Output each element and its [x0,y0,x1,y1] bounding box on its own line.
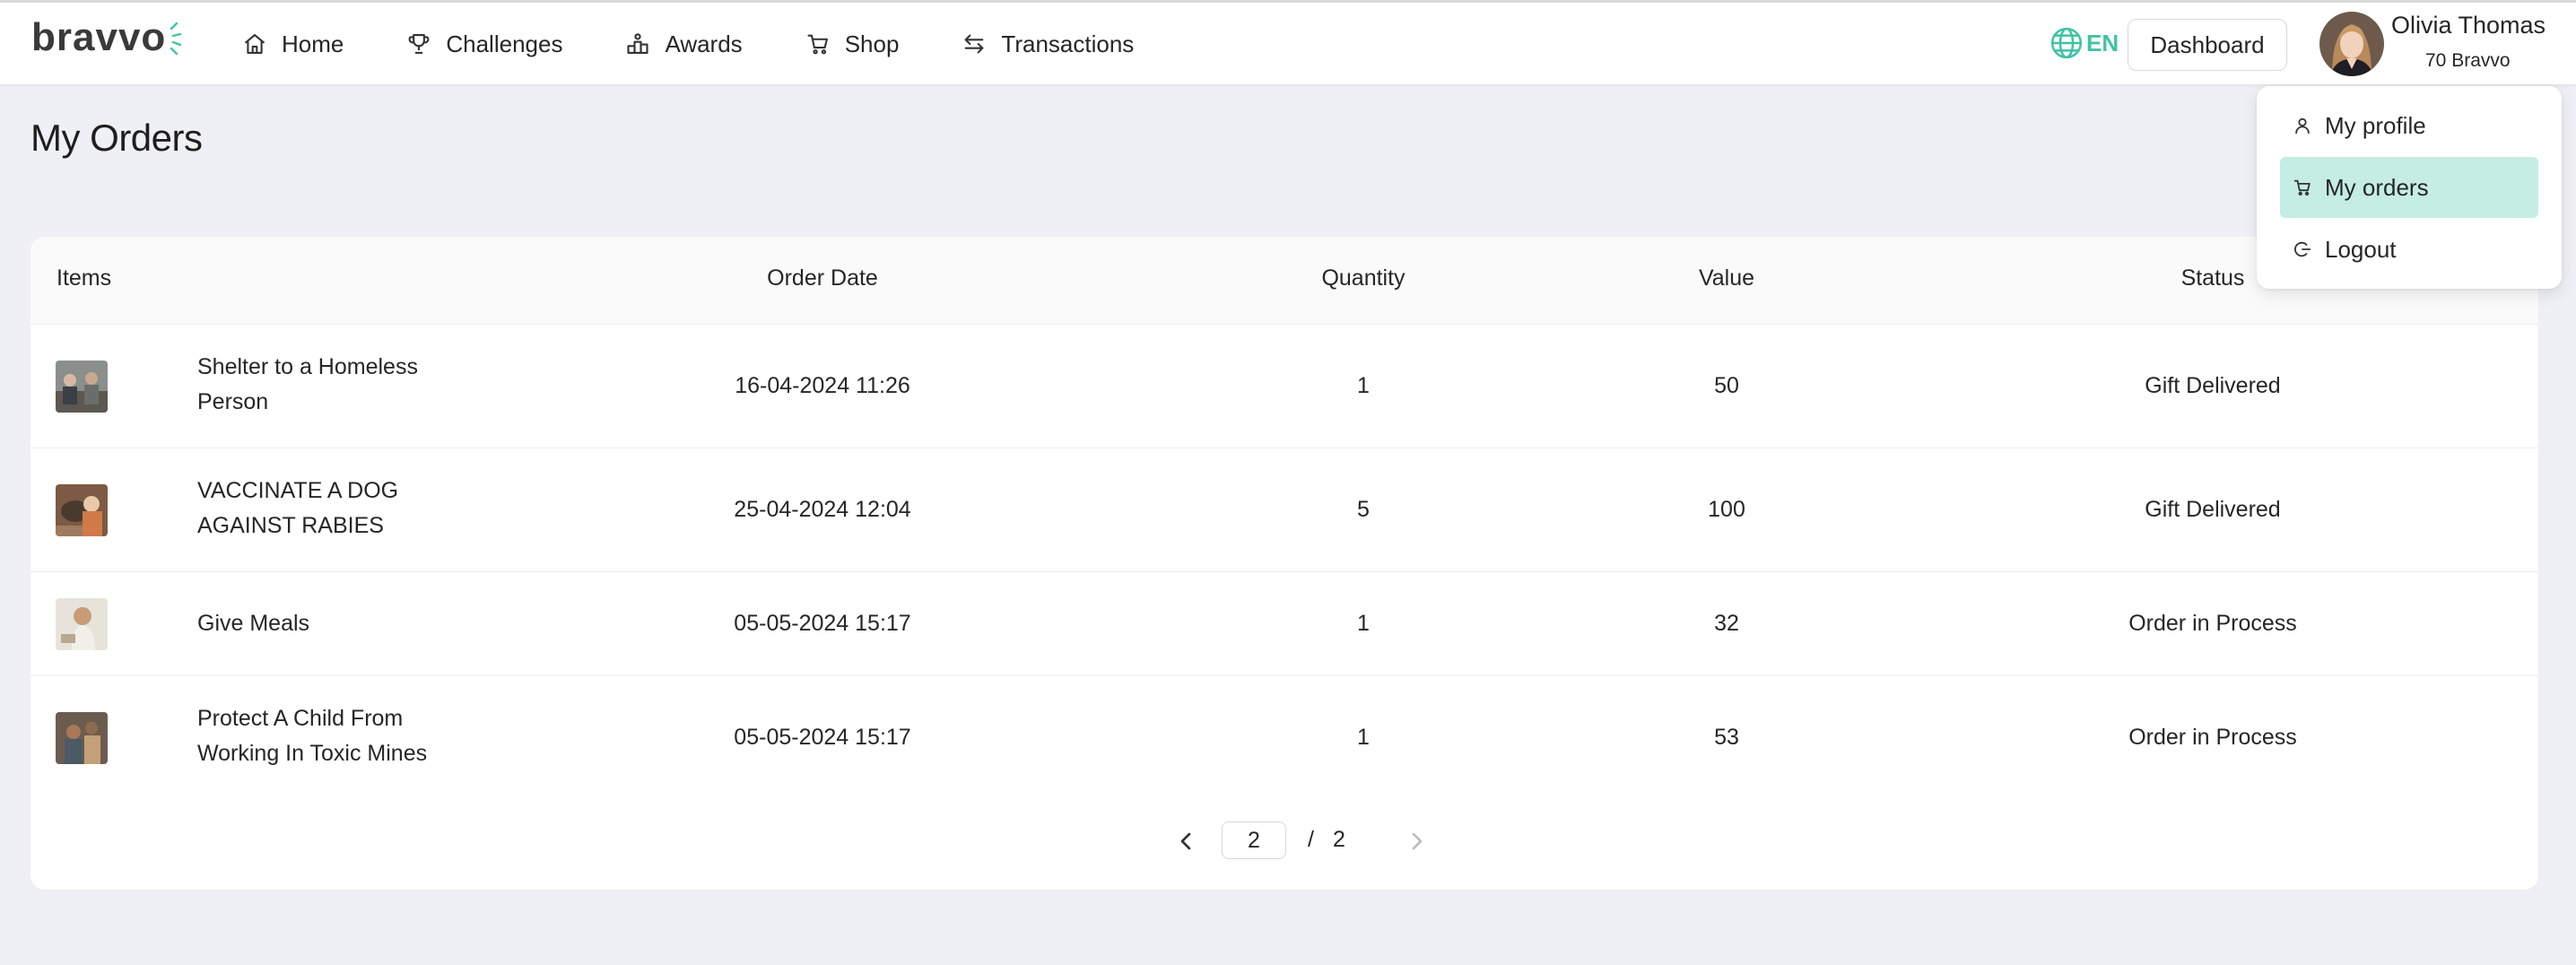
item-name: Protect A Child From Working In Toxic Mi… [197,701,427,771]
trophy-icon [408,34,430,54]
logo-text: bravvo [31,15,167,59]
quantity: 1 [1357,611,1370,636]
value: 32 [1714,611,1739,636]
menu-item-my-orders[interactable]: My orders [2280,157,2538,218]
column-value: Value [1698,265,1755,291]
menu-item-label: Logout [2325,235,2397,263]
status: Gift Delivered [2145,497,2281,522]
nav-home-label: Home [282,30,344,57]
bravvo-logo[interactable]: bravvo [31,15,187,60]
user-name[interactable]: Olivia Thomas [2391,12,2546,39]
menu-item-logout[interactable]: Logout [2280,219,2538,280]
item-name-line-1: Protect A Child From [197,706,404,731]
dashboard-button[interactable]: Dashboard [2128,19,2287,71]
item-name: VACCINATE A DOG AGAINST RABIES [197,474,398,543]
pagination: / 2 [30,822,2538,861]
page-separator: / [1308,827,1314,852]
table-row[interactable]: Give Meals 05-05-2024 15:17 1 32 Order i… [30,572,2538,676]
user-points: 70 Bravvo [2425,50,2511,71]
item-name: Give Meals [197,606,309,641]
status: Order in Process [2128,725,2297,750]
user-avatar[interactable] [2319,12,2384,76]
item-thumbnail [56,484,108,536]
podium-icon [627,33,649,54]
table-row[interactable]: Shelter to a Homeless Person 16-04-2024 … [30,325,2538,448]
quantity: 1 [1357,373,1370,398]
page-title: My Orders [30,117,203,159]
table-header: Items Order Date Quantity Value Status [30,237,2538,325]
menu-item-my-profile[interactable]: My profile [2280,95,2538,156]
value: 100 [1708,497,1745,522]
page-number-input[interactable] [1222,822,1286,859]
item-thumbnail [56,712,108,764]
globe-icon [2050,27,2083,59]
item-name-line-1: Give Meals [197,611,310,636]
main-nav: Home Challenges Awards Shop Transactions [242,3,1197,85]
item-name: Shelter to a Homeless Person [197,350,418,420]
item-name-line-2: Working In Toxic Mines [197,741,428,766]
item-name-line-1: VACCINATE A DOG [197,478,399,503]
user-icon [2295,117,2310,135]
menu-item-label: My profile [2325,111,2426,139]
nav-transactions[interactable]: Transactions [962,30,1134,58]
arrows-swap-icon [965,34,984,54]
quantity: 1 [1357,725,1370,750]
chevron-left-icon[interactable] [1171,827,1200,856]
item-name-line-2: Person [197,389,269,414]
logo-sparkle-icon [170,22,182,56]
column-status: Status [2180,265,2245,291]
item-thumbnail [56,361,108,413]
nav-challenges-label: Challenges [446,30,563,57]
order-date: 25-04-2024 12:04 [734,497,911,522]
table-row[interactable]: Protect A Child From Working In Toxic Mi… [30,676,2538,800]
cart-icon [2293,179,2311,196]
user-dropdown-menu: My profile My orders Logout [2257,86,2562,289]
page-total: 2 [1333,827,1345,852]
order-date: 05-05-2024 15:17 [734,611,911,636]
item-name-line-2: AGAINST RABIES [197,513,384,538]
top-navbar: bravvo Home Challenges Awards Shop Trans… [0,0,2576,85]
value: 50 [1714,373,1739,398]
value: 53 [1714,725,1739,750]
logout-icon [2294,241,2311,257]
order-date: 16-04-2024 11:26 [735,373,910,398]
avatar-photo [2319,12,2384,76]
column-items: Items [57,265,112,291]
cart-icon [807,34,828,55]
chevron-right-icon[interactable] [1403,827,1432,856]
nav-awards-label: Awards [665,30,743,57]
column-quantity: Quantity [1321,265,1405,291]
nav-shop-label: Shop [844,30,900,57]
nav-challenges[interactable]: Challenges [406,30,562,58]
item-thumbnail [56,598,108,650]
language-switcher[interactable]: EN [2049,21,2119,65]
nav-home[interactable]: Home [242,30,344,58]
home-icon [244,34,265,54]
item-name-line-1: Shelter to a Homeless [197,354,418,379]
table-row[interactable]: VACCINATE A DOG AGAINST RABIES 25-04-202… [30,448,2538,572]
column-order-date: Order Date [767,265,878,291]
orders-table: Items Order Date Quantity Value Status S… [30,237,2538,890]
language-label: EN [2086,29,2119,57]
status: Gift Delivered [2145,373,2281,398]
quantity: 5 [1357,497,1370,522]
nav-shop[interactable]: Shop [805,30,900,58]
nav-transactions-label: Transactions [1001,30,1135,57]
status: Order in Process [2128,611,2297,636]
order-date: 05-05-2024 15:17 [734,725,911,750]
nav-awards[interactable]: Awards [625,30,743,58]
menu-item-label: My orders [2325,173,2429,201]
